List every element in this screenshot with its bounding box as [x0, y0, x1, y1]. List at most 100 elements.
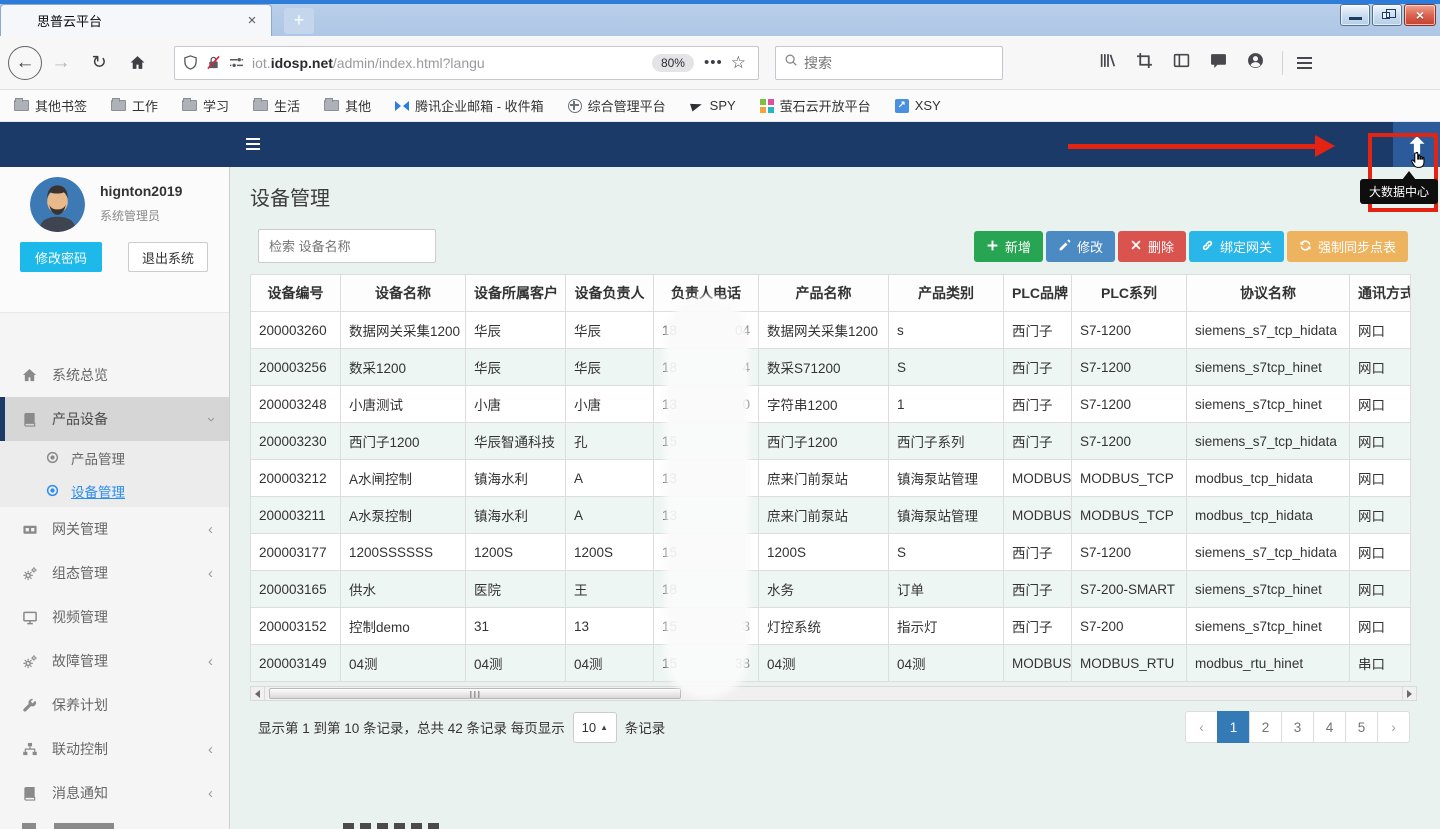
column-header[interactable]: 设备名称	[341, 275, 466, 312]
table-row[interactable]: 200003230西门子1200华辰智通科技孔15西门子1200西门子系列西门子…	[251, 423, 1411, 460]
menu-icon[interactable]	[1297, 54, 1312, 72]
column-header[interactable]: PLC系列	[1072, 275, 1187, 312]
column-header[interactable]: 产品类别	[889, 275, 1004, 312]
bookmark-item[interactable]: 综合管理平台	[568, 96, 666, 115]
back-button[interactable]: ←	[8, 46, 42, 80]
restore-button[interactable]	[1372, 4, 1402, 26]
table-row[interactable]: 200003248小唐测试小唐小唐130字符串12001西门子S7-1200si…	[251, 386, 1411, 423]
device-search-input[interactable]	[258, 229, 436, 263]
table-cell: MODBUS_TCP	[1072, 497, 1187, 534]
column-header[interactable]: 设备所属客户	[466, 275, 566, 312]
delete-button[interactable]: 删除	[1118, 231, 1186, 262]
browser-tab[interactable]: 思普云平台 ×	[0, 4, 272, 36]
close-button[interactable]: ×	[1404, 4, 1436, 26]
column-header[interactable]: 协议名称	[1187, 275, 1350, 312]
table-cell: 华辰	[566, 312, 654, 349]
sidebar-subitem[interactable]: 设备管理	[0, 474, 229, 507]
sidebar-item[interactable]: 故障管理‹	[0, 639, 229, 683]
bookmark-item[interactable]: 其他书签	[14, 96, 87, 115]
browser-search-box[interactable]	[775, 46, 1003, 80]
table-row[interactable]: 2000031771200SSSSSS1200S1200S151200SS西门子…	[251, 534, 1411, 571]
sidebar-item[interactable]: 视频管理	[0, 595, 229, 639]
url-bar[interactable]: iot.idosp.net/admin/index.html?langu 80%…	[174, 46, 759, 80]
bookmark-item[interactable]: ↗XSY	[895, 98, 941, 113]
table-row[interactable]: 200003260数据网关采集1200华辰华辰1804数据网关采集1200s西门…	[251, 312, 1411, 349]
tab-close-icon[interactable]: ×	[243, 12, 261, 29]
table-cell: 网口	[1350, 497, 1411, 534]
page-button[interactable]: 4	[1313, 711, 1346, 743]
insecure-lock-icon[interactable]	[206, 55, 221, 70]
sidebar-menu: 系统总览产品设备‹产品管理设备管理网关管理‹组态管理‹视频管理故障管理‹保养计划…	[0, 353, 229, 829]
column-header[interactable]: 设备编号	[251, 275, 341, 312]
scrollbar-thumb[interactable]	[269, 688, 681, 699]
table-cell: 1200S	[466, 534, 566, 571]
bookmark-item[interactable]: 其他	[324, 96, 371, 115]
browser-search-input[interactable]	[804, 55, 974, 71]
sidebar-item[interactable]: 网关管理‹	[0, 507, 229, 551]
force-sync-button[interactable]: 强制同步点表	[1287, 231, 1408, 262]
sidebar-collapse-icon[interactable]	[246, 135, 260, 153]
permissions-icon[interactable]	[229, 55, 244, 70]
page-button[interactable]: 1	[1217, 711, 1250, 743]
next-page-button[interactable]: ›	[1377, 711, 1410, 743]
messages-icon[interactable]	[1210, 52, 1227, 74]
horizontal-scrollbar[interactable]	[250, 686, 1417, 701]
table-row[interactable]: 200003212A水闸控制镇海水利A13庶来门前泵站镇海泵站管理MODBUSM…	[251, 460, 1411, 497]
column-header[interactable]: PLC品牌	[1004, 275, 1072, 312]
table-row[interactable]: 200003211A水泵控制镇海水利A13庶来门前泵站镇海泵站管理MODBUSM…	[251, 497, 1411, 534]
screenshot-icon[interactable]	[1136, 52, 1153, 74]
new-tab-button[interactable]: +	[284, 8, 314, 34]
column-header[interactable]: 通讯方式	[1350, 275, 1411, 312]
page-button[interactable]: 3	[1281, 711, 1314, 743]
bookmark-item[interactable]: 腾讯企业邮箱 - 收件箱	[395, 96, 544, 115]
page-actions-icon[interactable]: •••	[704, 54, 723, 71]
column-header[interactable]: 产品名称	[759, 275, 889, 312]
sidebar-toggle-icon[interactable]	[1173, 52, 1190, 74]
sidebar-item[interactable]: 保养计划	[0, 683, 229, 727]
sidebar-subitem[interactable]: 产品管理	[0, 441, 229, 474]
page-size-select[interactable]: 10▲	[573, 712, 617, 743]
table-row[interactable]: 200003165供水医院王18水务订单西门子S7-200-SMARTsieme…	[251, 571, 1411, 608]
table-row[interactable]: 200003256数采1200华辰华辰184数采S71200S西门子S7-120…	[251, 349, 1411, 386]
bookmark-item[interactable]: 工作	[111, 96, 158, 115]
sidebar-item[interactable]: 联动控制‹	[0, 727, 229, 771]
table-cell: 13	[566, 608, 654, 645]
reload-button[interactable]: ↻	[84, 52, 114, 73]
library-icon[interactable]	[1099, 52, 1116, 74]
forward-button[interactable]: →	[46, 52, 76, 74]
sidebar-item[interactable]: 系统总览	[0, 353, 229, 397]
table-row[interactable]: 200003152控制demo3113153灯控系统指示灯西门子S7-200si…	[251, 608, 1411, 645]
bookmark-item[interactable]: 生活	[253, 96, 300, 115]
table-row[interactable]: 20000314904测04测04测153804测04测MODBUSMODBUS…	[251, 645, 1411, 682]
tencent-mail-favicon	[395, 99, 409, 113]
folder-icon	[111, 100, 126, 111]
scroll-right-arrow-icon[interactable]	[1402, 687, 1416, 700]
prev-page-button[interactable]: ‹	[1185, 711, 1218, 743]
shield-icon[interactable]	[183, 55, 198, 70]
zoom-level-badge[interactable]: 80%	[652, 54, 694, 72]
change-password-button[interactable]: 修改密码	[20, 242, 102, 272]
account-icon[interactable]	[1247, 52, 1264, 74]
navigation-toolbar: ← → ↻ iot.idosp.net/admin/index.html?lan…	[0, 36, 1440, 90]
add-button[interactable]: 新增	[974, 231, 1043, 262]
bind-gateway-button[interactable]: 绑定网关	[1189, 231, 1284, 262]
chevron-down-icon: ‹	[202, 417, 219, 422]
table-cell: 200003152	[251, 608, 341, 645]
bookmark-item[interactable]: SPY	[690, 98, 736, 113]
bookmark-item[interactable]: 学习	[182, 96, 229, 115]
home-button[interactable]	[122, 54, 152, 71]
logout-button[interactable]: 退出系统	[128, 242, 208, 272]
column-header[interactable]: 设备负责人	[566, 275, 654, 312]
table-cell: S7-1200	[1072, 534, 1187, 571]
edit-button[interactable]: 修改	[1046, 231, 1115, 262]
sidebar-item[interactable]: 产品设备‹	[0, 397, 229, 441]
bookmark-star-icon[interactable]: ☆	[731, 53, 746, 73]
minimize-button[interactable]	[1340, 4, 1370, 26]
sidebar-item[interactable]: 消息通知‹	[0, 771, 229, 815]
page-button[interactable]: 2	[1249, 711, 1282, 743]
page-button[interactable]: 5	[1345, 711, 1378, 743]
bookmark-item[interactable]: 萤石云开放平台	[760, 96, 871, 115]
bookmark-label: 萤石云开放平台	[780, 96, 871, 115]
sidebar-item[interactable]: 组态管理‹	[0, 551, 229, 595]
scroll-left-arrow-icon[interactable]	[251, 687, 265, 700]
